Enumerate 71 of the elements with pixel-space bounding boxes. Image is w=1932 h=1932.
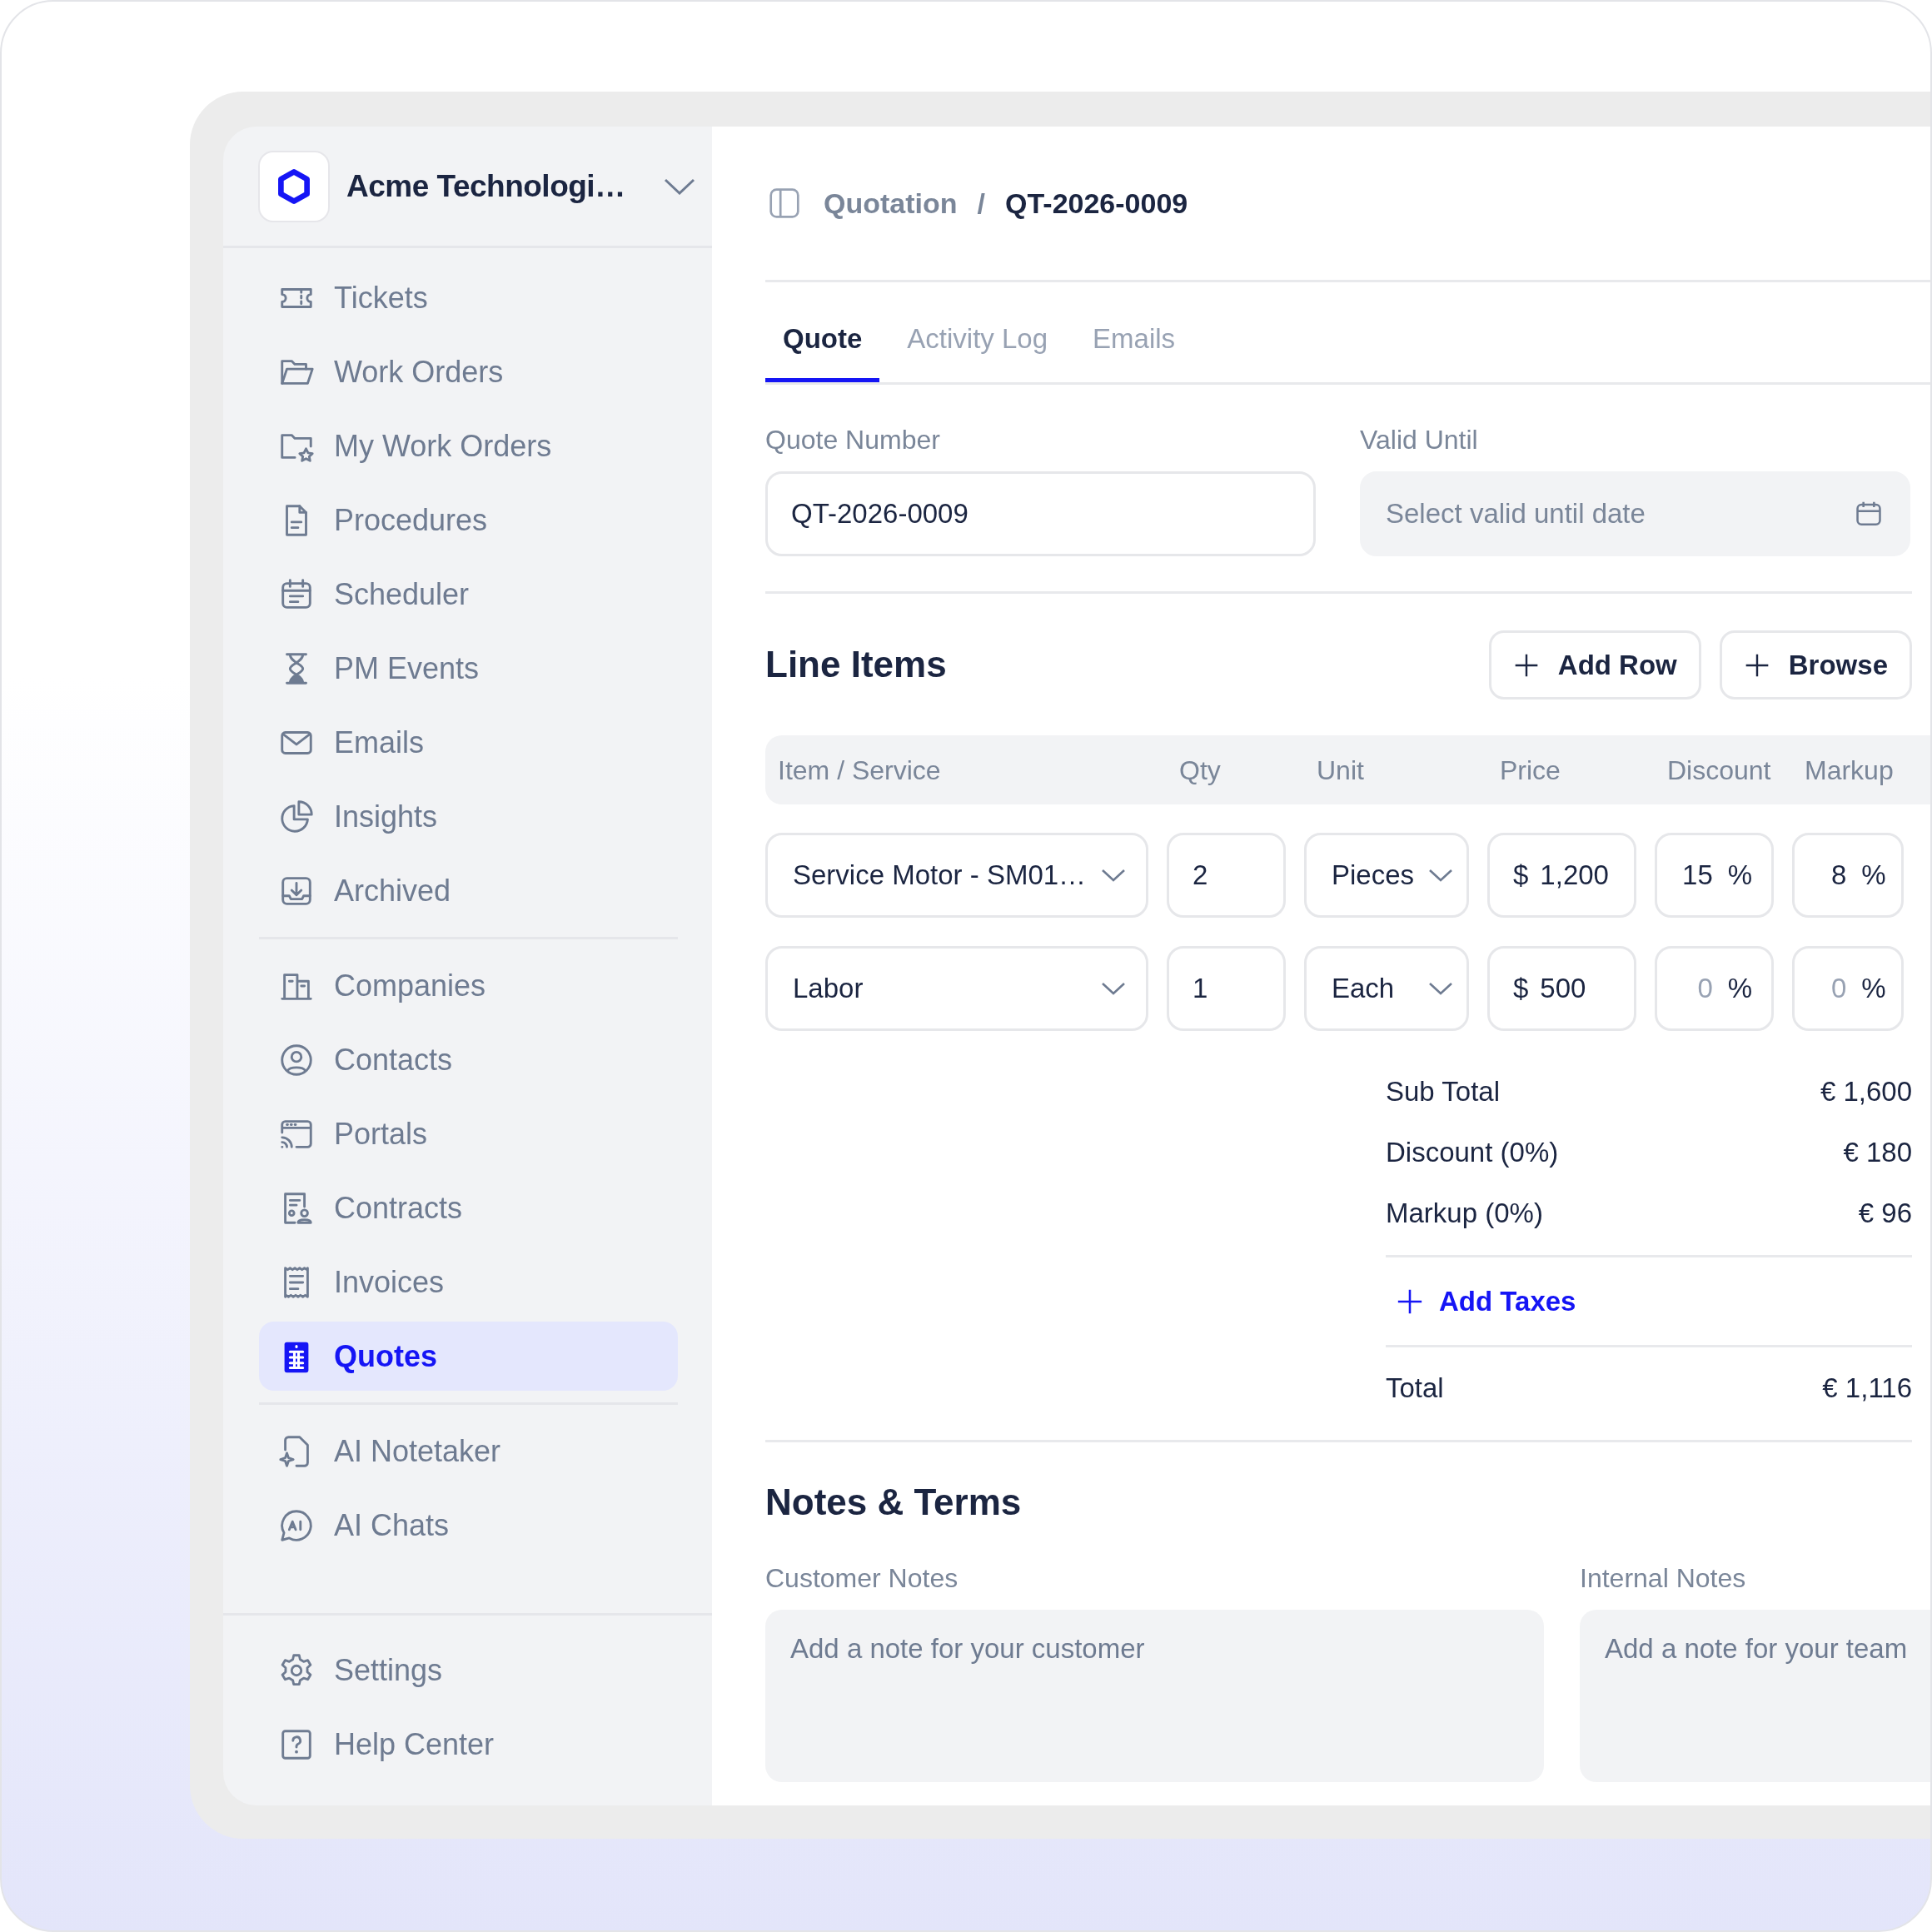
column-header: Markup xyxy=(1804,754,1895,787)
sidebar-item[interactable]: Insights xyxy=(259,782,678,851)
markup-field[interactable]: 0 % xyxy=(1792,946,1904,1031)
chevron-down-icon xyxy=(1428,869,1453,882)
tab[interactable]: Quote xyxy=(765,299,880,382)
field-label: Valid Until xyxy=(1360,424,1479,456)
section-title: Line Items xyxy=(765,643,947,687)
logo-icon xyxy=(258,150,330,222)
sidebar-item[interactable]: Emails xyxy=(259,708,678,777)
sidebar-item[interactable]: Companies xyxy=(259,951,678,1020)
item-select[interactable]: Labor xyxy=(765,946,1148,1031)
summary-label: Sub Total xyxy=(1386,1074,1500,1108)
field-label: Internal Notes xyxy=(1580,1561,1747,1595)
chevron-down-icon xyxy=(1101,869,1126,882)
organization-name[interactable]: Acme Technologi… xyxy=(346,162,625,210)
sidebar-item[interactable]: Scheduler xyxy=(259,560,678,629)
sidebar-item[interactable]: Help Center xyxy=(259,1710,678,1779)
price-field[interactable]: $ 1,200 xyxy=(1487,833,1636,918)
sidebar-item[interactable]: My Work Orders xyxy=(259,411,678,481)
item-select[interactable]: Service Motor - SM01… xyxy=(765,833,1148,918)
quote-number-field[interactable]: QT-2026-0009 xyxy=(765,471,1316,556)
unit-select[interactable]: Each xyxy=(1304,946,1469,1031)
sidebar-item[interactable]: Work Orders xyxy=(259,337,678,406)
column-header: Unit xyxy=(1316,754,1365,787)
discount-field[interactable]: 0 % xyxy=(1655,946,1774,1031)
sidebar-item[interactable]: Archived xyxy=(259,856,678,925)
sidebar-item[interactable]: Invoices xyxy=(259,1247,678,1317)
sidebar-item[interactable]: Procedures xyxy=(259,485,678,555)
sidebar-item[interactable]: AI Notetaker xyxy=(259,1417,678,1486)
summary-label: Markup (0%) xyxy=(1386,1196,1543,1230)
date-field[interactable]: Select valid until date xyxy=(1360,471,1910,556)
markup-field[interactable]: 8 % xyxy=(1792,833,1904,918)
tab[interactable]: Activity Log xyxy=(889,299,1066,382)
sidebar-item[interactable]: Tickets xyxy=(259,263,678,332)
internal-notes-field[interactable]: Add a note for your team xyxy=(1580,1609,1930,1782)
tab[interactable]: Emails xyxy=(1075,299,1193,382)
sidebar-item[interactable]: Portals xyxy=(259,1099,678,1168)
chevron-down-icon[interactable] xyxy=(663,177,695,195)
column-header: Price xyxy=(1499,754,1561,787)
add-button[interactable]: Browse xyxy=(1719,630,1912,700)
summary-value: € 180 xyxy=(1843,1135,1912,1169)
sidebar-item[interactable]: Quotes xyxy=(259,1322,678,1391)
sidebar-item[interactable]: Settings xyxy=(259,1636,678,1705)
price-field[interactable]: $ 500 xyxy=(1487,946,1636,1031)
summary-label: Discount (0%) xyxy=(1386,1135,1559,1169)
add-button[interactable]: Add Row xyxy=(1488,630,1701,700)
breadcrumb-separator: / xyxy=(977,186,985,221)
summary-value: € 1,600 xyxy=(1820,1074,1912,1108)
unit-select[interactable]: Pieces xyxy=(1304,833,1469,918)
summary-value: € 1,116 xyxy=(1822,1371,1912,1405)
customer-notes-field[interactable]: Add a note for your customer xyxy=(765,1609,1544,1782)
summary-label: Total xyxy=(1386,1371,1444,1405)
quantity-field[interactable]: 2 xyxy=(1167,833,1286,918)
chevron-down-icon xyxy=(1428,982,1453,995)
sidebar-item[interactable]: PM Events xyxy=(259,634,678,703)
sidebar-item[interactable]: Contacts xyxy=(259,1025,678,1094)
summary-value: € 96 xyxy=(1858,1196,1912,1230)
add-taxes-button[interactable]: Add Taxes xyxy=(1386,1280,1576,1322)
breadcrumb-current: QT-2026-0009 xyxy=(1005,186,1188,221)
column-header: Item / Service xyxy=(777,754,942,787)
breadcrumb-link[interactable]: Quotation xyxy=(824,182,958,225)
sidebar-item[interactable]: AI Chats xyxy=(259,1491,678,1560)
field-label: Quote Number xyxy=(765,424,941,456)
quantity-field[interactable]: 1 xyxy=(1167,946,1286,1031)
column-header: Discount xyxy=(1666,754,1772,787)
column-header: Qty xyxy=(1178,754,1222,787)
sidebar-item[interactable]: Contracts xyxy=(259,1173,678,1242)
chevron-down-icon xyxy=(1101,982,1126,995)
discount-field[interactable]: 15 % xyxy=(1655,833,1774,918)
section-title: Notes & Terms xyxy=(765,1481,1023,1524)
field-label: Customer Notes xyxy=(765,1561,959,1595)
